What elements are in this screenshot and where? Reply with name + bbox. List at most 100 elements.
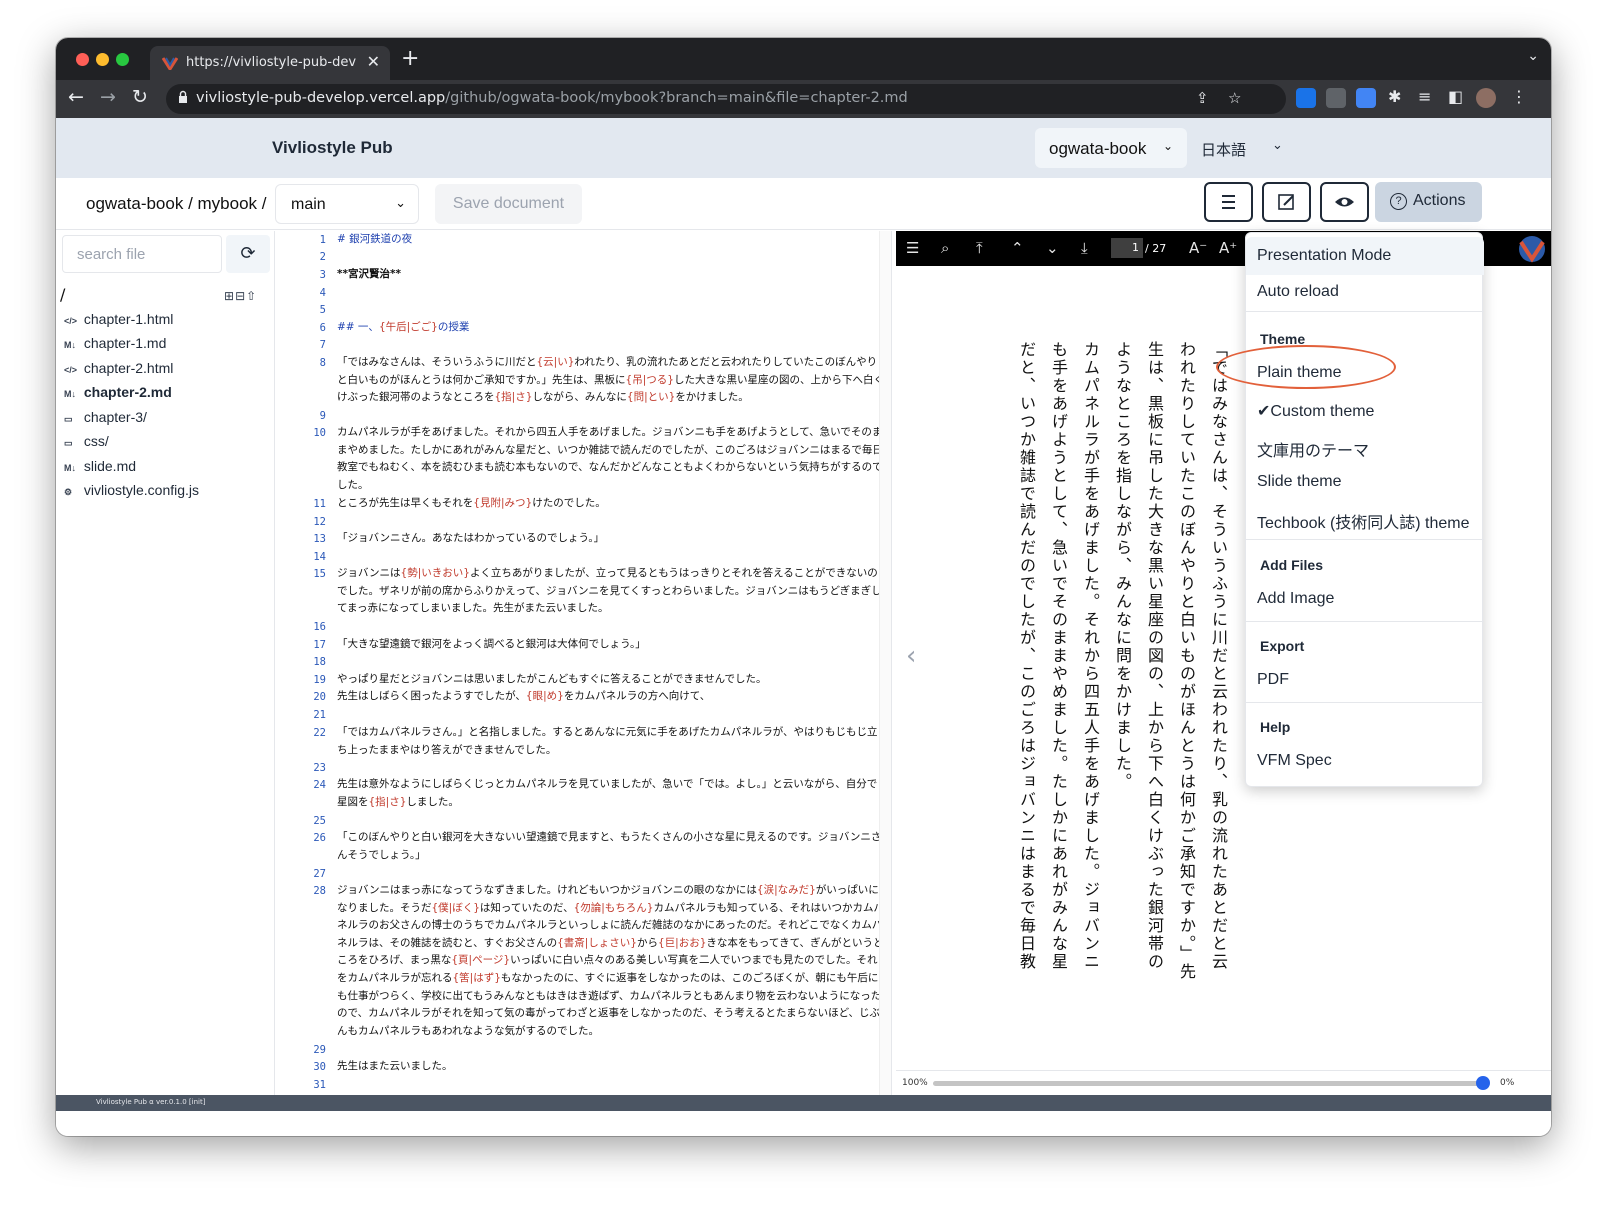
- auto-reload-item[interactable]: Auto reload: [1257, 283, 1339, 301]
- close-tab-icon[interactable]: ✕: [367, 52, 380, 71]
- actions-button[interactable]: ? Actions: [1375, 182, 1482, 222]
- translate-extension-icon[interactable]: [1356, 88, 1376, 108]
- reload-icon[interactable]: ↻: [132, 86, 148, 108]
- slide-theme-item[interactable]: Slide theme: [1257, 473, 1342, 491]
- question-circle-icon: ?: [1390, 193, 1407, 210]
- bookmark-star-icon[interactable]: ☆: [1228, 89, 1241, 107]
- extension-1-icon[interactable]: [1296, 88, 1316, 108]
- line-number: 20: [313, 691, 326, 703]
- branch-select[interactable]: main ⌄: [275, 184, 419, 224]
- chevron-down-icon: ⌄: [395, 195, 406, 210]
- code-line: カムパネルラが手をあげました。それから四五人手をあげました。ジョバンニも手をあげ…: [337, 426, 883, 491]
- folder-item[interactable]: ▭ chapter-3/: [64, 409, 147, 425]
- refresh-icon[interactable]: ⟳: [226, 235, 270, 273]
- auto-reload-highlight-oval: [1216, 345, 1396, 389]
- pdf-export-item[interactable]: PDF: [1257, 671, 1289, 689]
- checkmark-icon: ✔: [1257, 403, 1271, 420]
- close-window-button[interactable]: [76, 53, 89, 66]
- zoom-slider-bar: 100% 0%: [896, 1070, 1551, 1095]
- chevron-left-icon[interactable]: ‹: [906, 641, 916, 671]
- toggle-file-list-button[interactable]: [1204, 182, 1253, 222]
- zoom-slider-handle[interactable]: [1476, 1076, 1490, 1090]
- back-arrow-icon[interactable]: ←: [68, 86, 84, 108]
- file-item[interactable]: </> chapter-2.html: [64, 360, 173, 376]
- zoom-window-button[interactable]: [116, 53, 129, 66]
- code-line: 先生は意外なようにしばらくじっとカムパネルラを見ていましたが、急いで「では。よし…: [337, 778, 878, 808]
- extensions-puzzle-icon[interactable]: ✱: [1388, 87, 1401, 106]
- url-bar[interactable]: vivliostyle-pub-develop.vercel.app/githu…: [166, 84, 1286, 114]
- custom-theme-item[interactable]: ✔Custom theme: [1257, 401, 1374, 421]
- extension-2-icon[interactable]: [1326, 88, 1346, 108]
- search-icon[interactable]: ⌕: [941, 239, 949, 257]
- code-line: 「ではみなさんは、そういうふうに川だと{云|い}われたり、乳の流れたあとだと云わ…: [337, 356, 884, 404]
- file-sidebar: search file ⟳ / ⊞⊟⇧ </> chapter-1.html M…: [56, 231, 275, 1095]
- help-section-header: Help: [1260, 719, 1291, 735]
- techbook-theme-item[interactable]: Techbook (技術同人誌) theme: [1257, 509, 1470, 533]
- line-number: 2: [319, 251, 326, 263]
- code-line: ところが先生は早くもそれを{見附|みつ}けたのでした。: [337, 497, 606, 509]
- markdown-file-icon: M↓: [64, 463, 76, 473]
- user-menu-button[interactable]: ogwata-book ⌄: [1035, 128, 1187, 168]
- upload-icon[interactable]: ⇧: [246, 289, 257, 303]
- line-number: 10: [313, 427, 326, 439]
- first-page-icon[interactable]: ⤒: [976, 239, 983, 257]
- browser-menu-icon[interactable]: ⋮: [1511, 87, 1527, 106]
- profile-avatar[interactable]: [1476, 88, 1496, 108]
- document-toolbar: ogwata-book / mybook / main ⌄ Save docum…: [56, 178, 1551, 230]
- export-section-header: Export: [1260, 638, 1305, 654]
- new-folder-icon[interactable]: ⊟: [235, 289, 246, 303]
- markdown-editor[interactable]: 1 2 3 4 5 6 7 8 9 10 11 12 13 14 15 16 1…: [276, 231, 892, 1095]
- chevron-down-icon[interactable]: ⌄: [1272, 138, 1283, 153]
- add-image-item[interactable]: Add Image: [1257, 590, 1334, 608]
- reading-list-icon[interactable]: ≡: [1418, 87, 1431, 106]
- tab-bar: https://vivliostyle-pub-develop ✕ + ⌄: [56, 38, 1551, 80]
- editor-scrollbar[interactable]: [879, 231, 891, 1095]
- toc-list-icon[interactable]: ☰: [906, 239, 919, 257]
- line-number: 4: [319, 287, 326, 299]
- tab-search-chevron-icon[interactable]: ⌄: [1527, 48, 1539, 64]
- file-item-selected[interactable]: M↓ chapter-2.md: [64, 384, 172, 400]
- page-paragraph: カムパネルラが手をあげました。それから四五人手をあげました。ジョバンニも手をあげ…: [1017, 341, 1100, 971]
- zoom-slider-track[interactable]: [933, 1081, 1483, 1086]
- page-number-input[interactable]: 1: [1111, 238, 1143, 258]
- new-file-icon[interactable]: ⊞: [224, 289, 235, 303]
- next-page-icon[interactable]: ⌄: [1046, 239, 1059, 257]
- bunko-theme-item[interactable]: 文庫用のテーマ: [1257, 437, 1369, 461]
- line-number: 29: [313, 1044, 326, 1056]
- ruby-markup: {書斎|しょさい}: [557, 936, 637, 949]
- code-line: # 銀河鉄道の夜: [337, 233, 413, 245]
- new-tab-button[interactable]: +: [401, 46, 419, 71]
- line-number: 19: [313, 674, 326, 686]
- brand-title[interactable]: Vivliostyle Pub: [272, 138, 393, 158]
- file-item[interactable]: M↓ slide.md: [64, 458, 136, 474]
- browser-tab[interactable]: https://vivliostyle-pub-develop ✕: [150, 46, 390, 80]
- html-file-icon: </>: [64, 316, 78, 326]
- side-panel-icon[interactable]: ◧: [1448, 87, 1463, 106]
- file-item[interactable]: ⚙ vivliostyle.config.js: [64, 482, 199, 498]
- toggle-preview-button[interactable]: [1320, 182, 1369, 222]
- language-select[interactable]: 日本語: [1201, 139, 1246, 160]
- file-item[interactable]: </> chapter-1.html: [64, 311, 173, 327]
- browser-window: https://vivliostyle-pub-develop ✕ + ⌄ ← …: [56, 38, 1551, 1136]
- forward-arrow-icon[interactable]: →: [100, 86, 116, 108]
- vfm-spec-item[interactable]: VFM Spec: [1257, 752, 1332, 770]
- save-document-button[interactable]: Save document: [435, 184, 582, 224]
- line-number: 1: [319, 234, 326, 246]
- line-number: 5: [319, 304, 326, 316]
- page-total: / 27: [1145, 242, 1167, 255]
- presentation-mode-item[interactable]: Presentation Mode: [1257, 247, 1391, 265]
- line-number: 23: [313, 762, 326, 774]
- vivliostyle-logo-icon: [1519, 236, 1545, 263]
- folder-item[interactable]: ▭ css/: [64, 433, 109, 449]
- ruby-markup: {吊|つる}: [625, 373, 674, 386]
- toggle-editor-button[interactable]: [1262, 182, 1311, 222]
- previous-page-icon[interactable]: ⌃: [1011, 239, 1024, 257]
- search-file-input[interactable]: search file: [62, 235, 222, 273]
- font-size-decrease-icon[interactable]: A⁻: [1189, 239, 1207, 257]
- share-icon[interactable]: ⇪: [1196, 89, 1209, 107]
- version-text: Vivliostyle Pub α ver.0.1.0 [init]: [96, 1098, 206, 1106]
- minimize-window-button[interactable]: [96, 53, 109, 66]
- last-page-icon[interactable]: ⤓: [1081, 239, 1088, 257]
- font-size-increase-icon[interactable]: A⁺: [1219, 239, 1237, 257]
- file-item[interactable]: M↓ chapter-1.md: [64, 335, 166, 351]
